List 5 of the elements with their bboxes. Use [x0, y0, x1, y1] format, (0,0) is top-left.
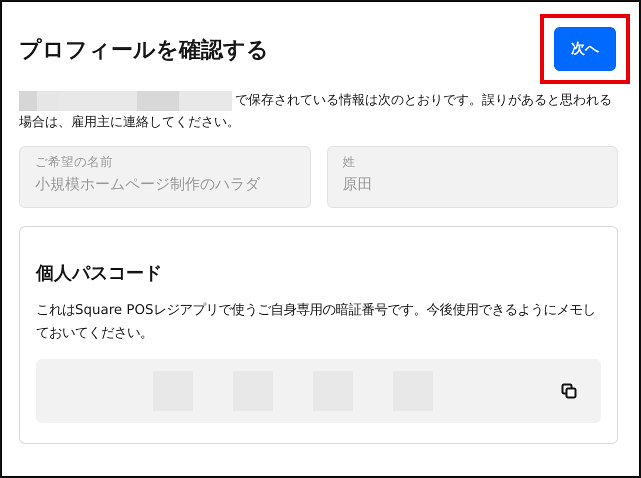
- page-title: プロフィールを確認する: [19, 37, 269, 65]
- next-button[interactable]: 次へ: [554, 27, 616, 71]
- card-description: これはSquare POSレジアプリで使うご自身専用の暗証番号です。今後使用できるようにメモしておいてください。: [36, 302, 597, 343]
- card-title: 個人パスコード: [36, 262, 163, 285]
- copy-icon[interactable]: [561, 383, 577, 399]
